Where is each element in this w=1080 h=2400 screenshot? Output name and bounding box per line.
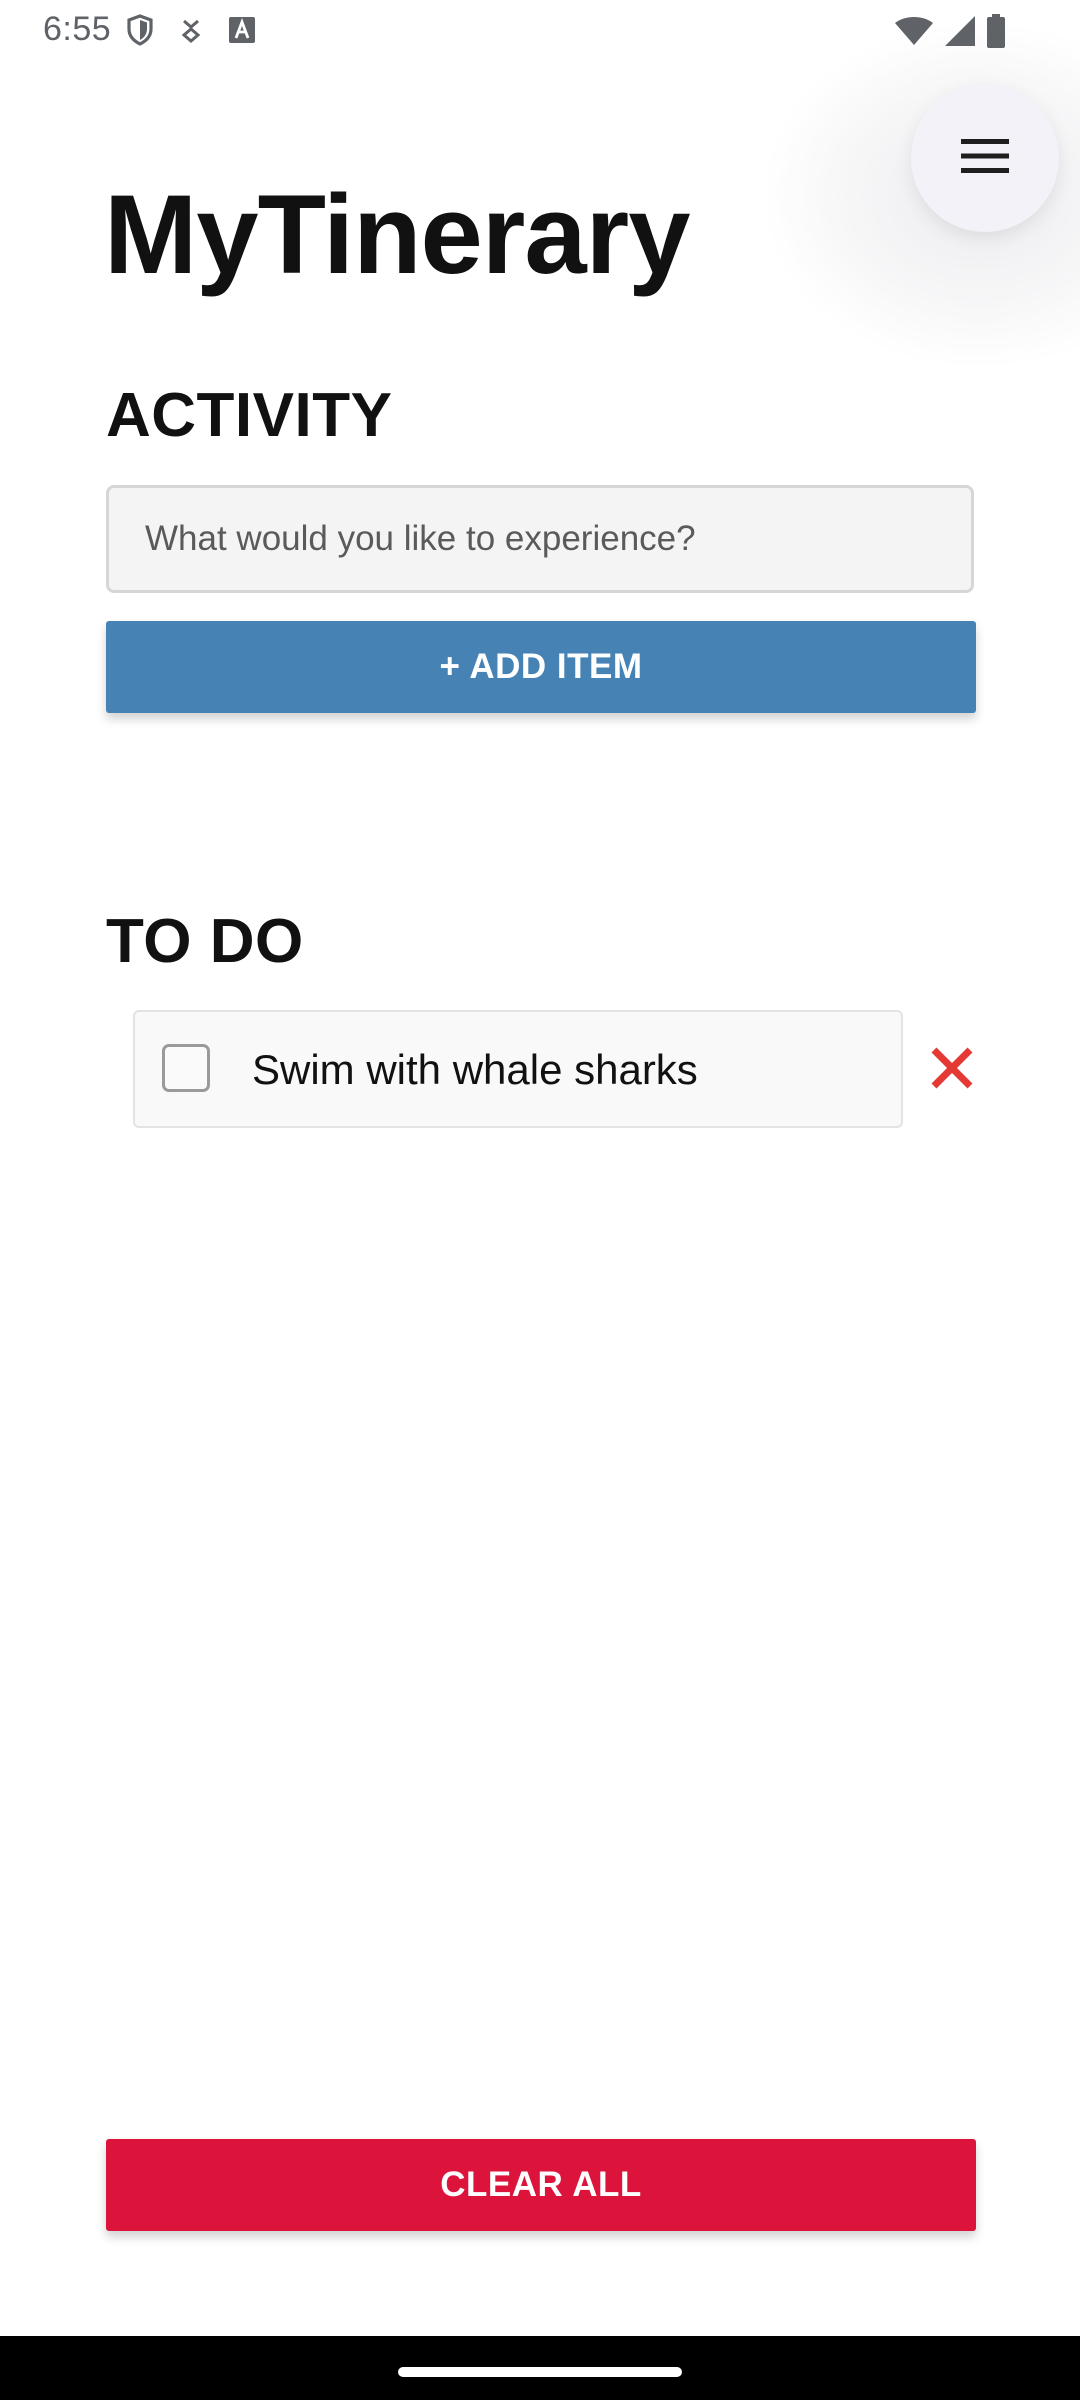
todo-item: Swim with whale sharks [133,1010,903,1128]
activity-input[interactable] [106,485,974,593]
app-screen: 6:55 MyTinerary ACTIVITY What would you … [0,0,1080,2400]
menu-button[interactable] [911,84,1059,232]
download-icon [180,15,202,45]
app-title: MyTinerary [104,172,691,297]
status-bar: 6:55 [0,0,1080,62]
add-item-button[interactable]: + ADD ITEM [106,621,976,713]
close-icon [930,1046,974,1095]
todo-item-label: Swim with whale sharks [252,1046,698,1093]
text-a-icon [228,16,256,44]
todo-heading: TO DO [106,907,304,976]
activity-heading: ACTIVITY [106,381,393,450]
hamburger-menu-icon [961,138,1009,178]
status-time: 6:55 [43,10,112,48]
cell-signal-icon [944,15,976,47]
home-indicator[interactable] [398,2367,682,2377]
status-right-icons [894,14,1006,48]
delete-item-button[interactable] [928,1046,976,1094]
shield-icon [126,14,154,46]
todo-checkbox[interactable] [162,1044,210,1092]
clear-all-button[interactable]: CLEAR ALL [106,2139,976,2231]
status-left-icons [126,14,256,46]
wifi-icon [894,16,934,46]
battery-icon [986,14,1006,48]
